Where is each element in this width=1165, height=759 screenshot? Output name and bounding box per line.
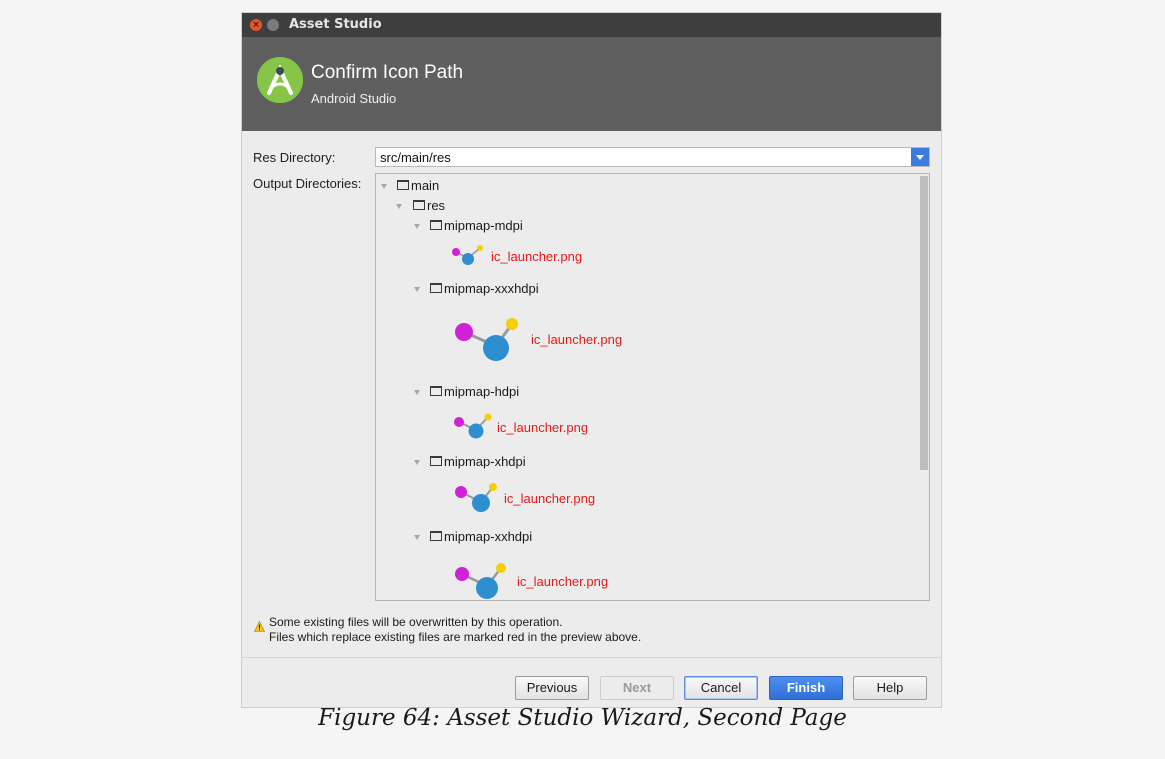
previous-button[interactable]: Previous [515,676,589,700]
tree-node-mipmap-mdpi[interactable]: mipmap-mdpi [444,218,523,233]
tree-scrollbar-thumb[interactable] [920,176,928,470]
page-subtitle: Android Studio [311,91,397,106]
ic-launcher-preview-icon [452,245,483,265]
page-title: Confirm Icon Path [311,62,464,83]
help-button[interactable]: Help [853,676,927,700]
res-directory-select[interactable]: src/main/res [375,147,930,167]
tree-node-res[interactable]: res [427,198,445,213]
expand-triangle-icon[interactable] [396,204,402,209]
warning-message-line1: Some existing files will be overwritten … [269,615,563,629]
figure-caption: Figure 64: Asset Studio Wizard, Second P… [318,705,847,731]
output-directories-label: Output Directories: [253,176,362,191]
expand-triangle-icon[interactable] [414,287,420,292]
file-ic-launcher-xxxhdpi[interactable]: ic_launcher.png [531,332,622,347]
warning-icon [254,621,265,632]
file-ic-launcher-xhdpi[interactable]: ic_launcher.png [504,491,595,506]
tree-node-mipmap-xxhdpi[interactable]: mipmap-xxhdpi [444,529,532,544]
expand-triangle-icon[interactable] [381,184,387,189]
folder-icon [430,386,442,396]
folder-icon [413,200,425,210]
footer-divider [242,657,941,658]
finish-button[interactable]: Finish [769,676,843,700]
minimize-window-icon[interactable] [267,19,279,31]
folder-icon [397,180,409,190]
close-window-icon[interactable]: × [250,19,262,31]
folder-icon [430,456,442,466]
res-directory-label: Res Directory: [253,150,336,165]
expand-triangle-icon[interactable] [414,535,420,540]
expand-triangle-icon[interactable] [414,224,420,229]
tree-node-mipmap-hdpi[interactable]: mipmap-hdpi [444,384,519,399]
cancel-button[interactable]: Cancel [684,676,758,700]
expand-triangle-icon[interactable] [414,390,420,395]
tree-node-mipmap-xhdpi[interactable]: mipmap-xhdpi [444,454,526,469]
warning-message-line2: Files which replace existing files are m… [269,630,642,644]
ic-launcher-preview-icon [455,483,497,512]
folder-icon [430,531,442,541]
file-ic-launcher-hdpi[interactable]: ic_launcher.png [497,420,588,435]
android-studio-logo-icon [257,57,303,103]
expand-triangle-icon[interactable] [414,460,420,465]
res-directory-value: src/main/res [380,150,451,165]
tree-node-main[interactable]: main [411,178,439,193]
ic-launcher-preview-icon [455,563,506,599]
next-button[interactable]: Next [600,676,674,700]
folder-icon [430,220,442,230]
header-banner: Confirm Icon Path Android Studio [242,37,941,131]
chevron-down-icon[interactable] [911,148,929,166]
ic-launcher-preview-icon [455,318,518,361]
output-directories-tree[interactable]: main res mipmap-mdpi ic_launcher.png mip… [375,173,930,601]
folder-icon [430,283,442,293]
window-title: Asset Studio [289,17,382,32]
file-ic-launcher-mdpi[interactable]: ic_launcher.png [491,249,582,264]
tree-node-mipmap-xxxhdpi[interactable]: mipmap-xxxhdpi [444,281,539,296]
ic-launcher-preview-icon [454,413,492,439]
window-titlebar: × Asset Studio [242,13,941,37]
file-ic-launcher-xxhdpi[interactable]: ic_launcher.png [517,574,608,589]
